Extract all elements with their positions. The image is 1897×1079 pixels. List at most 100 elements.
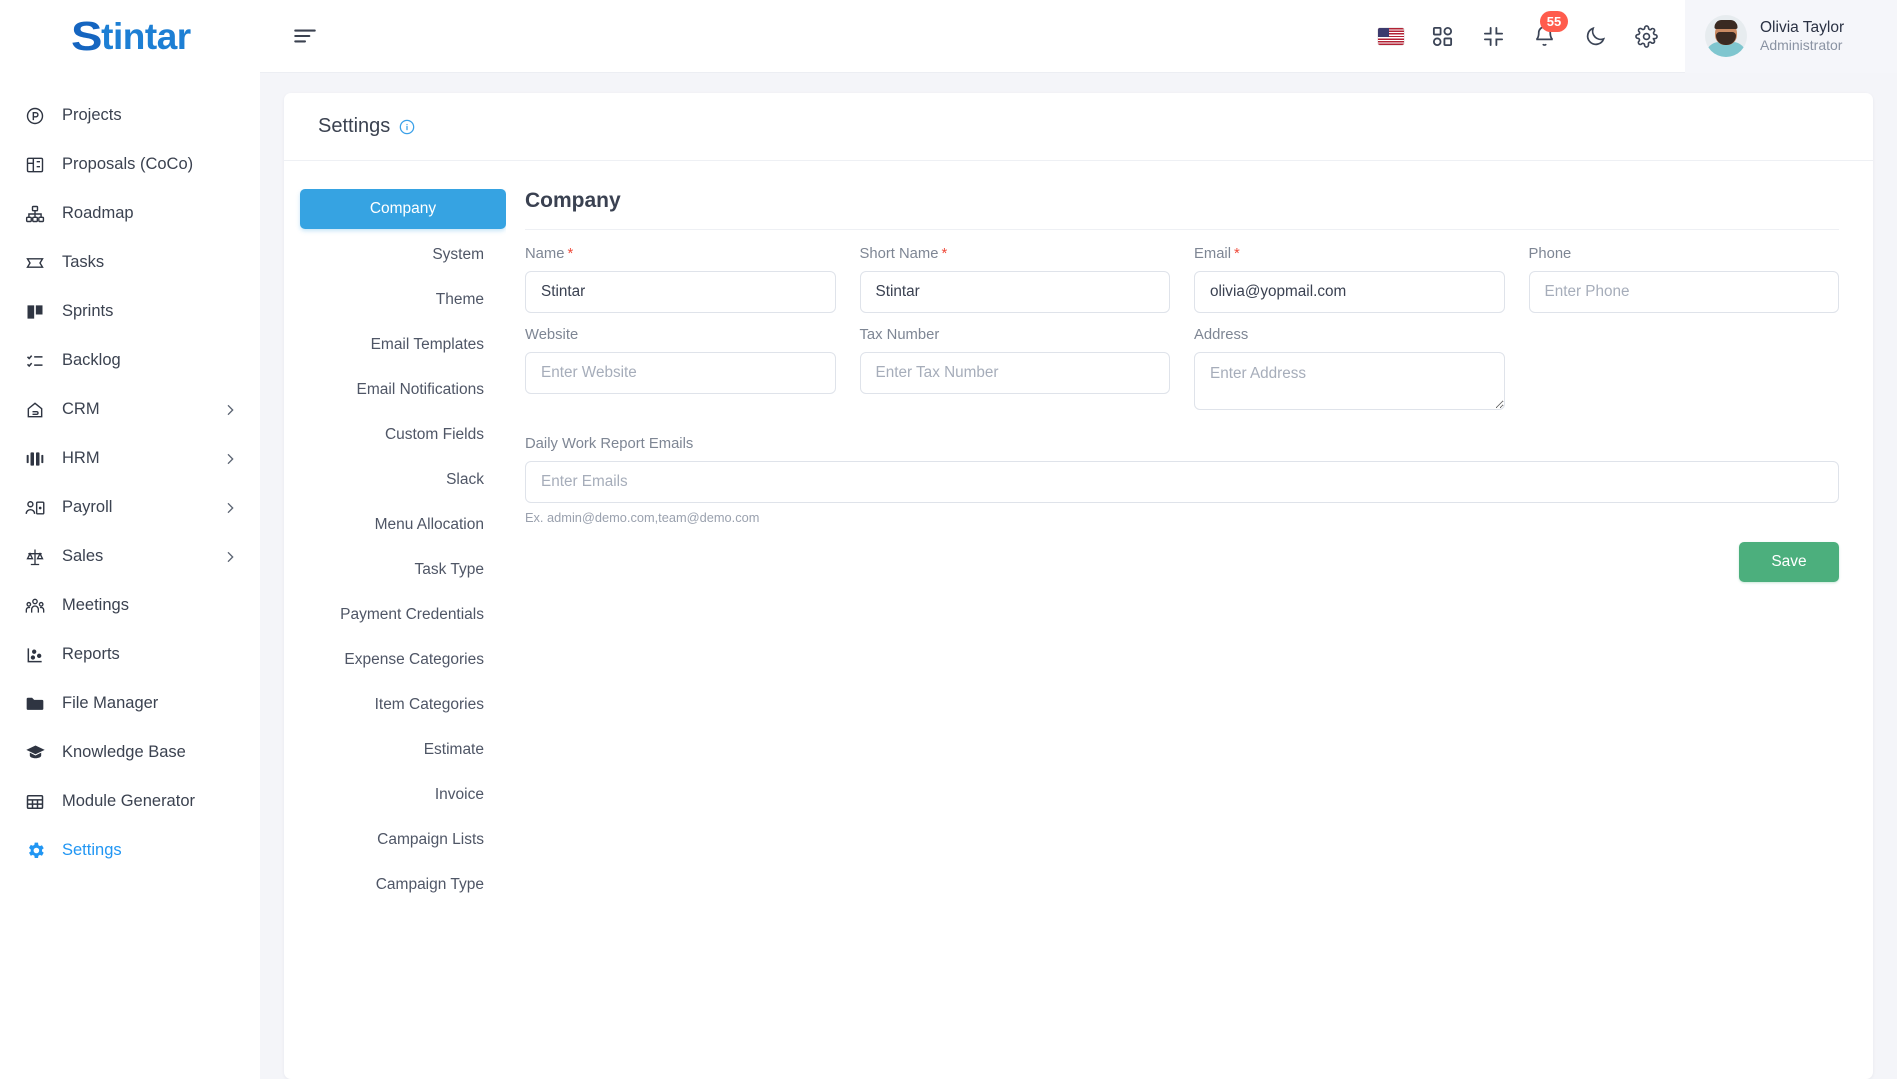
field-label: Website bbox=[525, 327, 579, 343]
sidebar-item-proposals[interactable]: Proposals (CoCo) bbox=[0, 140, 260, 189]
tab-campaign-lists[interactable]: Campaign Lists bbox=[300, 821, 506, 859]
field-address: Address bbox=[1194, 327, 1505, 410]
us-flag-icon[interactable] bbox=[1378, 23, 1404, 49]
tab-payment-credentials[interactable]: Payment Credentials bbox=[300, 596, 506, 634]
field-tax-number: Tax Number bbox=[859, 327, 1170, 410]
notification-badge: 55 bbox=[1540, 11, 1568, 32]
tasks-icon bbox=[24, 252, 46, 274]
sidebar-item-roadmap[interactable]: Roadmap bbox=[0, 189, 260, 238]
required-marker: * bbox=[941, 246, 948, 262]
tab-system[interactable]: System bbox=[300, 236, 506, 274]
sidebar-item-sales[interactable]: Sales bbox=[0, 532, 260, 581]
field-label: Email * bbox=[1194, 246, 1505, 262]
field-email: Email * bbox=[1194, 246, 1505, 313]
tab-custom-fields[interactable]: Custom Fields bbox=[300, 416, 506, 454]
main-area: 55 Olivia Taylor Administrator Settings … bbox=[260, 0, 1897, 1079]
tab-label: Task Type bbox=[414, 561, 484, 578]
tax-number-input[interactable] bbox=[859, 352, 1170, 394]
folder-icon bbox=[24, 693, 46, 715]
daily-emails-label: Daily Work Report Emails bbox=[525, 436, 694, 452]
user-profile-menu[interactable]: Olivia Taylor Administrator bbox=[1685, 0, 1897, 73]
moon-icon[interactable] bbox=[1582, 23, 1608, 49]
hamburger-icon[interactable] bbox=[288, 19, 322, 53]
tab-task-type[interactable]: Task Type bbox=[300, 551, 506, 589]
compress-icon[interactable] bbox=[1480, 23, 1506, 49]
sidebar-item-label: Backlog bbox=[62, 351, 121, 369]
required-marker: * bbox=[567, 246, 574, 262]
tab-label: Email Notifications bbox=[356, 381, 485, 398]
field-name: Name * bbox=[525, 246, 836, 313]
hrm-icon bbox=[24, 448, 46, 470]
tab-expense-categories[interactable]: Expense Categories bbox=[300, 641, 506, 679]
tab-theme[interactable]: Theme bbox=[300, 281, 506, 319]
proposals-icon bbox=[24, 154, 46, 176]
address-textarea[interactable] bbox=[1194, 352, 1505, 410]
brand-logo-rest: tintar bbox=[101, 15, 191, 57]
sidebar-item-meetings[interactable]: Meetings bbox=[0, 581, 260, 630]
tab-label: Item Categories bbox=[374, 696, 484, 713]
tab-label: Campaign Lists bbox=[377, 831, 484, 848]
email-input[interactable] bbox=[1194, 271, 1505, 313]
sprints-icon bbox=[24, 301, 46, 323]
sidebar-item-module-generator[interactable]: Module Generator bbox=[0, 777, 260, 826]
sidebar-item-label: Payroll bbox=[62, 498, 113, 516]
card-body: Company System Theme Email Templates Ema… bbox=[284, 161, 1873, 1079]
sidebar-item-projects[interactable]: Projects bbox=[0, 91, 260, 140]
roadmap-icon bbox=[24, 203, 46, 225]
tab-email-notifications[interactable]: Email Notifications bbox=[300, 371, 506, 409]
profile-role: Administrator bbox=[1760, 36, 1843, 53]
tab-campaign-type[interactable]: Campaign Type bbox=[300, 866, 506, 904]
apps-grid-icon[interactable] bbox=[1429, 23, 1455, 49]
company-field-grid: Name* Short Name* Email* bbox=[525, 230, 1839, 424]
topbar: 55 Olivia Taylor Administrator bbox=[260, 0, 1897, 73]
projects-icon bbox=[24, 105, 46, 127]
tab-label: Company bbox=[369, 200, 437, 217]
sales-icon bbox=[24, 546, 46, 568]
phone-input[interactable] bbox=[1528, 271, 1839, 313]
tab-item-categories[interactable]: Item Categories bbox=[300, 686, 506, 724]
tab-invoice[interactable]: Invoice bbox=[300, 776, 506, 814]
sidebar-item-settings[interactable]: Settings bbox=[0, 826, 260, 875]
field-short-name: Short Name * bbox=[859, 246, 1170, 313]
tab-label: Email Templates bbox=[370, 336, 484, 353]
sidebar: Stintar Projects Proposals (CoCo) Roadma… bbox=[0, 0, 260, 1079]
flag-graphic bbox=[1378, 27, 1404, 45]
tab-email-templates[interactable]: Email Templates bbox=[300, 326, 506, 364]
sidebar-item-sprints[interactable]: Sprints bbox=[0, 287, 260, 336]
gear-icon[interactable] bbox=[1633, 23, 1659, 49]
page-title: Settings bbox=[318, 115, 391, 137]
brand-logo[interactable]: Stintar bbox=[0, 0, 260, 73]
sidebar-item-crm[interactable]: CRM bbox=[0, 385, 260, 434]
sidebar-item-payroll[interactable]: Payroll bbox=[0, 483, 260, 532]
sidebar-item-label: File Manager bbox=[62, 694, 159, 712]
field-website: Website bbox=[525, 327, 836, 410]
tab-slack[interactable]: Slack bbox=[300, 461, 506, 499]
sidebar-item-label: Meetings bbox=[62, 596, 129, 614]
sidebar-item-label: Module Generator bbox=[62, 792, 195, 810]
tab-company[interactable]: Company bbox=[300, 189, 506, 229]
sidebar-item-tasks[interactable]: Tasks bbox=[0, 238, 260, 287]
website-input[interactable] bbox=[525, 352, 836, 394]
required-marker: * bbox=[1234, 246, 1240, 262]
tab-estimate[interactable]: Estimate bbox=[300, 731, 506, 769]
name-input[interactable] bbox=[525, 271, 836, 313]
sidebar-item-file-manager[interactable]: File Manager bbox=[0, 679, 260, 728]
chevron-right-icon bbox=[222, 402, 238, 418]
sidebar-item-reports[interactable]: Reports bbox=[0, 630, 260, 679]
sidebar-item-label: Sprints bbox=[62, 302, 114, 320]
info-circle-icon[interactable] bbox=[399, 119, 415, 135]
label-text: Name bbox=[525, 246, 565, 262]
sidebar-item-label: Settings bbox=[62, 841, 122, 859]
sidebar-item-knowledge-base[interactable]: Knowledge Base bbox=[0, 728, 260, 777]
sidebar-item-label: Roadmap bbox=[62, 204, 134, 222]
short-name-input[interactable] bbox=[859, 271, 1170, 313]
tab-menu-allocation[interactable]: Menu Allocation bbox=[300, 506, 506, 544]
sidebar-item-backlog[interactable]: Backlog bbox=[0, 336, 260, 385]
bell-icon[interactable]: 55 bbox=[1531, 11, 1568, 49]
daily-emails-input[interactable] bbox=[525, 461, 1839, 503]
company-form: Company Name* Short Name* bbox=[506, 189, 1873, 1079]
save-button[interactable]: Save bbox=[1739, 542, 1839, 582]
sidebar-item-hrm[interactable]: HRM bbox=[0, 434, 260, 483]
tab-label: Menu Allocation bbox=[374, 516, 484, 533]
tab-label: System bbox=[432, 246, 484, 263]
